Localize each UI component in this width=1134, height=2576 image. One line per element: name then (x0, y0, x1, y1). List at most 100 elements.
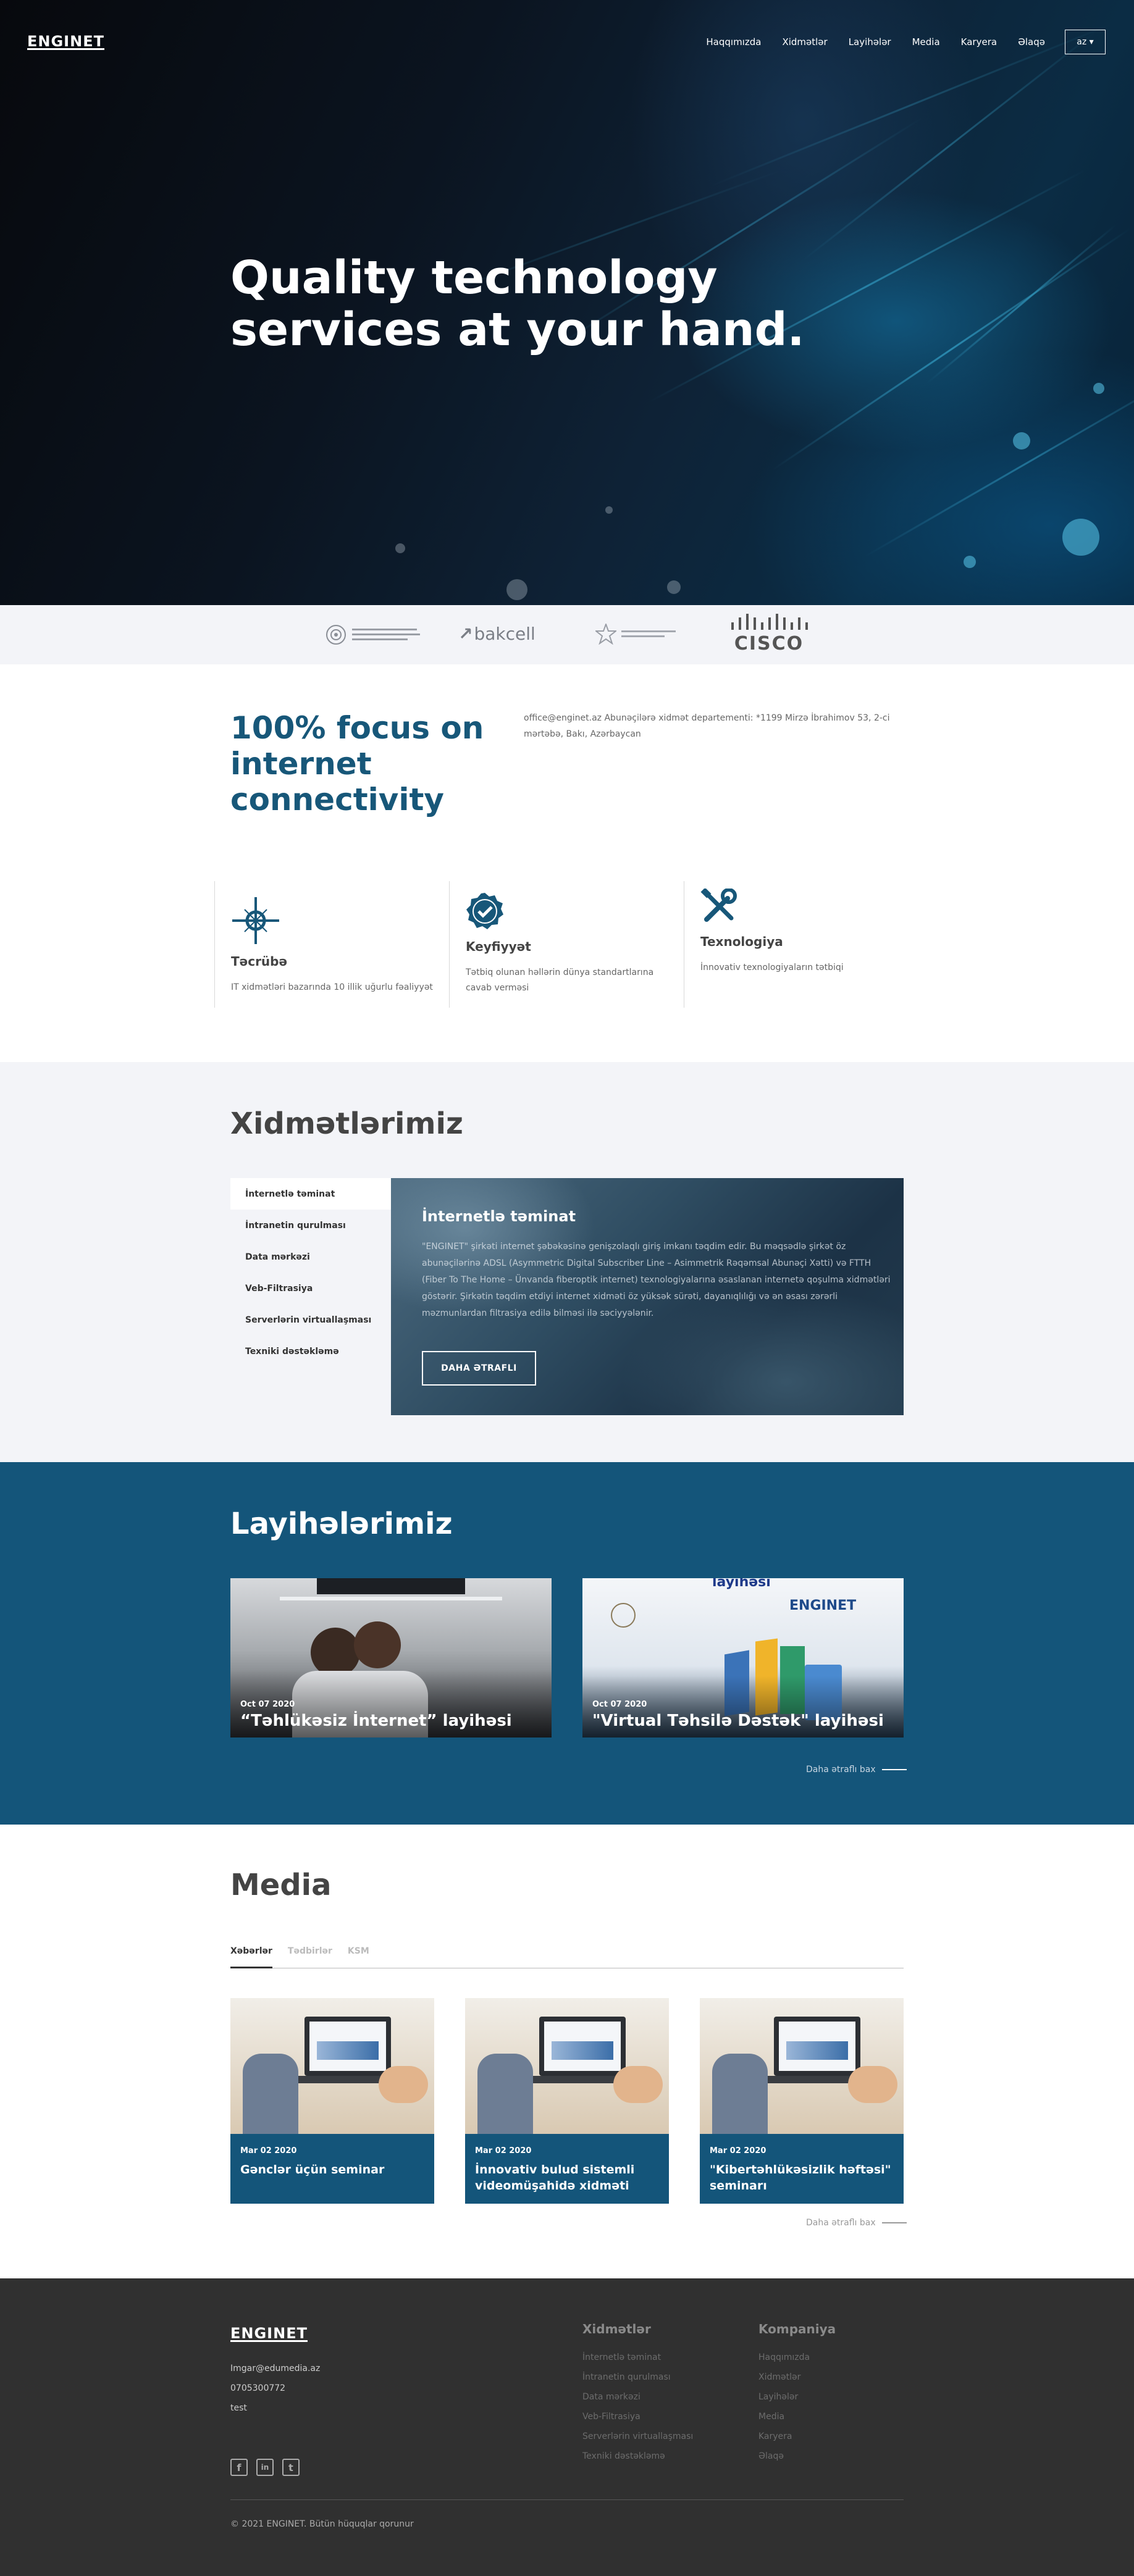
media-card[interactable]: Mar 02 2020 Gənclər üçün seminar (230, 1998, 434, 2204)
twitter-icon[interactable]: t (282, 2459, 300, 2476)
footer-link[interactable]: Serverlərin virtuallaşması (582, 2427, 693, 2446)
service-tab-web-filter[interactable]: Veb-Filtrasiya (230, 1273, 391, 1304)
footer-link[interactable]: Texniki dəstəkləmə (582, 2446, 693, 2466)
footer (0, 2278, 1134, 2576)
projects-section (0, 1462, 1134, 1825)
feature-title: Texnologiya (700, 934, 783, 949)
media-tabs: Xəbərlər Tədbirlər KSM (230, 1942, 904, 1968)
media-card-body: Mar 02 2020 İnnovativ bulud sistemli vid… (465, 2134, 669, 2204)
media-card-body: Mar 02 2020 "Kibertəhlükəsizlik həftəsi"… (700, 2134, 904, 2204)
logo[interactable]: ENGINET (27, 34, 104, 50)
verified-badge-icon (466, 881, 684, 930)
projects-more-link[interactable]: Daha ətraflı bax (806, 1765, 907, 1775)
more-link-label: Daha ətraflı bax (806, 2218, 876, 2228)
tools-icon (700, 881, 918, 926)
media-title: Gənclər üçün seminar (240, 2163, 385, 2177)
nav-item-projects[interactable]: Layihələr (849, 36, 891, 48)
hero-section: ENGINET Haqqımızda Xidmətlər Layihələr M… (0, 0, 1134, 605)
footer-column-title: Kompaniya (758, 2322, 836, 2336)
social-links: f in t (230, 2459, 308, 2476)
footer-link[interactable]: İntranetin qurulması (582, 2367, 693, 2387)
project-date: Oct 07 2020 (592, 1700, 647, 1709)
footer-email[interactable]: Imgar@edumedia.az (230, 2359, 320, 2378)
footer-link[interactable]: Xidmətlər (758, 2367, 836, 2387)
tab-events[interactable]: Tədbirlər (288, 1942, 332, 1968)
nav-item-media[interactable]: Media (912, 36, 940, 48)
media-title: "Kibertəhlükəsizlik həftəsi" seminarı (710, 2163, 891, 2193)
footer-phone[interactable]: 0705300772 (230, 2378, 320, 2398)
arrow-line-icon (881, 1769, 907, 1770)
main-nav: Haqqımızda Xidmətlər Layihələr Media Kar… (685, 30, 1106, 54)
media-card-body: Mar 02 2020 Gənclər üçün seminar (230, 2134, 434, 2204)
feature-text: Tətbiq olunan həllərin dünya standartlar… (466, 968, 654, 993)
footer-services-column: Xidmətlər İnternetlə təminat İntranetin … (582, 2322, 693, 2466)
media-image (230, 1998, 434, 2134)
language-select[interactable]: az ▾ (1065, 30, 1106, 54)
service-tab-intranet[interactable]: İntranetin qurulması (230, 1210, 391, 1241)
service-tab-support[interactable]: Texniki dəstəkləmə (230, 1336, 391, 1367)
partner-logo-agency (595, 624, 677, 645)
emblem-icon (611, 1603, 636, 1628)
footer-link[interactable]: Karyera (758, 2427, 836, 2446)
media-image (465, 1998, 669, 2134)
service-tab-data-center[interactable]: Data mərkəzi (230, 1241, 391, 1273)
focus-title: 100% focus on internet connectivity (230, 710, 484, 818)
footer-link[interactable]: Media (758, 2407, 836, 2427)
footer-logo[interactable]: ENGINET (230, 2326, 308, 2342)
service-tab-internet[interactable]: İnternetlə təminat (230, 1178, 391, 1210)
footer-link[interactable]: Əlaqə (758, 2446, 836, 2466)
bakcell-icon: ↗ (458, 624, 473, 644)
footer-column-title: Xidmətlər (582, 2322, 651, 2336)
footer-link[interactable]: Veb-Filtrasiya (582, 2407, 693, 2427)
tv-image (317, 1578, 465, 1594)
feature-text: İnnovativ texnologiyaların tətbiqi (700, 963, 844, 972)
project-card[interactable]: layihəsi ENGINET Oct 07 2020 "Virtual Tə… (582, 1578, 904, 1738)
footer-link[interactable]: Haqqımızda (758, 2348, 836, 2367)
media-card[interactable]: Mar 02 2020 "Kibertəhlükəsizlik həftəsi"… (700, 1998, 904, 2204)
nav-item-contact[interactable]: Əlaqə (1018, 36, 1045, 48)
services-list: İnternetlə təminat İntranetin qurulması … (230, 1178, 391, 1367)
footer-link[interactable]: İnternetlə təminat (582, 2348, 693, 2367)
media-date: Mar 02 2020 (710, 2146, 766, 2156)
nav-item-services[interactable]: Xidmətlər (782, 36, 827, 48)
media-card[interactable]: Mar 02 2020 İnnovativ bulud sistemli vid… (465, 1998, 669, 2204)
tab-news[interactable]: Xəbərlər (230, 1942, 272, 1968)
tab-csr[interactable]: KSM (348, 1942, 369, 1968)
service-detail-card: İnternetlə təminat "ENGINET" şirkəti int… (391, 1178, 904, 1415)
media-date: Mar 02 2020 (240, 2146, 297, 2156)
cisco-bars-icon (731, 614, 808, 630)
footer-link[interactable]: Layihələr (758, 2387, 836, 2407)
partner-logo-cisco: CISCO (729, 614, 809, 654)
service-detail-title: İnternetlə təminat (422, 1208, 576, 1225)
project-date: Oct 07 2020 (240, 1700, 295, 1709)
feature-title: Keyfiyyət (466, 939, 531, 954)
contact-info: office@enginet.az Abunəçilərə xidmət dep… (524, 713, 890, 739)
facebook-icon[interactable]: f (230, 2459, 248, 2476)
projects-title: Layihələrimiz (230, 1507, 453, 1541)
feature-technology: Texnologiya İnnovativ texnologiyaların t… (684, 881, 918, 1008)
feature-experience: Təcrübə IT xidmətləri bazarında 10 illik… (214, 881, 449, 1008)
shelf-image (280, 1597, 502, 1600)
footer-contact: Imgar@edumedia.az 0705300772 test (230, 2359, 320, 2418)
nav-item-career[interactable]: Karyera (961, 36, 997, 48)
project-card[interactable]: Oct 07 2020 “Təhlükəsiz İnternet” layihə… (230, 1578, 552, 1738)
more-link-label: Daha ətraflı bax (806, 1765, 876, 1775)
feature-title: Təcrübə (231, 954, 288, 969)
linkedin-icon[interactable]: in (256, 2459, 274, 2476)
partner-logo-ministry (325, 624, 420, 646)
copyright: © 2021 ENGINET. Bütün hüquqlar qorunur (230, 2519, 414, 2529)
media-more-link[interactable]: Daha ətraflı bax (806, 2218, 907, 2228)
footer-divider (230, 2499, 904, 2500)
compass-icon (231, 881, 449, 945)
arrow-line-icon (881, 2222, 907, 2223)
media-title: İnnovativ bulud sistemli videomüşahidə x… (475, 2163, 635, 2193)
footer-link[interactable]: Data mərkəzi (582, 2387, 693, 2407)
nav-item-about[interactable]: Haqqımızda (706, 36, 761, 48)
child-head-image (354, 1621, 401, 1668)
feature-text: IT xidmətləri bazarında 10 illik uğurlu … (231, 982, 433, 992)
media-date: Mar 02 2020 (475, 2146, 532, 2156)
media-title: Media (230, 1868, 332, 1902)
service-detail-text: "ENGINET" şirkəti internet şəbəkəsinə ge… (422, 1242, 891, 1318)
service-tab-virtualization[interactable]: Serverlərin virtuallaşması (230, 1304, 391, 1336)
more-details-button[interactable]: DAHA ƏTRAFLI (422, 1351, 536, 1386)
